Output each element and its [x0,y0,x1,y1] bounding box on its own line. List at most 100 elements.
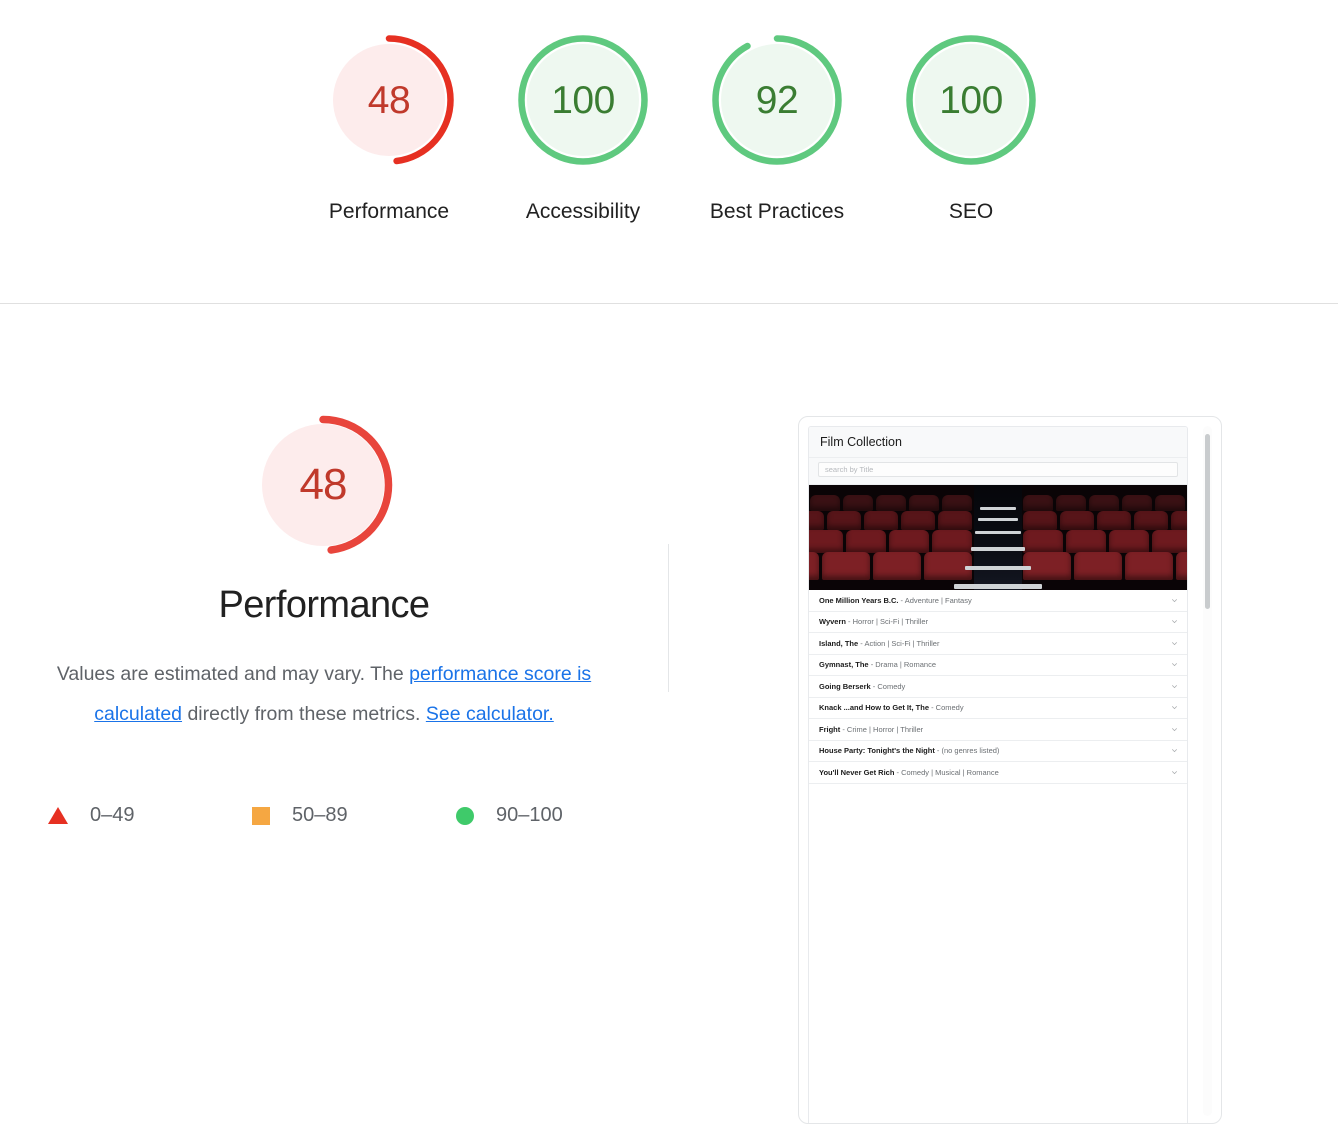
film-list-item-text: Fright - Crime | Horror | Thriller [819,724,924,734]
legend-item: 90–100 [456,804,563,827]
seat [1125,552,1173,580]
seat [876,495,906,511]
seat [873,552,921,580]
gauge-score-value: 48 [367,78,411,122]
score-gauges-strip: 48 Performance 100 Accessibility 92 Best Prac… [0,0,1338,304]
film-app-header: Film Collection [809,427,1187,458]
seat [809,511,824,530]
seat [864,511,898,530]
legend-range-label: 0–49 [90,804,135,826]
gauge-label: SEO [948,200,994,223]
description-middle: directly from these metrics. [182,703,426,725]
seat [809,552,819,580]
seat [843,495,873,511]
square-average-icon [252,806,270,825]
film-list-item[interactable]: One Million Years B.C. - Adventure | Fan… [809,590,1187,612]
film-list-item-text: Island, The - Action | Sci-Fi | Thriller [819,638,940,648]
seat [1152,530,1187,553]
chevron-down-icon[interactable] [1170,703,1179,712]
seat [1097,511,1131,530]
score-gauge-accessibility[interactable]: 100 Accessibility [486,30,680,232]
chevron-down-icon[interactable] [1170,639,1179,648]
film-app-title: Film Collection [820,435,902,449]
score-gauges-row: 48 Performance 100 Accessibility 92 Best Prac… [292,30,1068,232]
film-list-item[interactable]: Fright - Crime | Horror | Thriller [809,719,1187,741]
film-list-item[interactable]: House Party: Tonight's the Night - (no g… [809,741,1187,762]
film-list-item[interactable]: Going Berserk - Comedy [809,676,1187,698]
legend-range-label: 50–89 [292,804,348,826]
performance-description: Values are estimated and may vary. The p… [36,654,612,734]
legend-item: 50–89 [252,804,456,827]
film-list-item[interactable]: Gymnast, The - Drama | Romance [809,655,1187,676]
gauge-ring: 100 [513,30,653,170]
score-gauge-performance[interactable]: 48 Performance [292,30,486,232]
panel-scrollbar-thumb[interactable] [1205,434,1210,609]
seat [1060,511,1094,530]
film-list-item[interactable]: Wyvern - Horror | Sci-Fi | Thriller [809,612,1187,633]
seat [1171,511,1187,530]
seat [1066,530,1106,553]
seat [1109,530,1149,553]
gauge-ring: 92 [707,30,847,170]
aisle [974,485,1022,590]
seat [1122,495,1152,511]
seat [809,530,843,553]
performance-gauge-large[interactable]: 48 [250,412,396,558]
film-search-row: search by Title [809,458,1187,485]
seat [1074,552,1122,580]
film-list-item-text: Gymnast, The - Drama | Romance [819,660,936,670]
circle-pass-icon [456,806,474,825]
performance-title: Performance [218,584,431,626]
chevron-down-icon[interactable] [1170,660,1179,669]
column-divider [668,544,669,692]
gauge-label: Best Practices [709,200,845,223]
cinema-seats-image [809,485,1187,590]
see-calculator-link[interactable]: See calculator. [426,703,554,725]
film-list-item-text: You'll Never Get Rich - Comedy | Musical… [819,767,999,777]
seat [810,495,840,511]
film-list-item-text: House Party: Tonight's the Night - (no g… [819,746,1000,756]
seat [1176,552,1187,580]
film-list-item-text: Wyvern - Horror | Sci-Fi | Thriller [819,617,929,627]
chevron-down-icon[interactable] [1170,768,1179,777]
seat [1089,495,1119,511]
film-list: One Million Years B.C. - Adventure | Fan… [809,590,1187,784]
gauge-label: Accessibility [525,200,641,223]
score-gauge-seo[interactable]: 100 SEO [874,30,1068,232]
performance-detail-section: 48 Performance Values are estimated and … [0,304,1338,1124]
seat [1155,495,1185,511]
film-list-item-text: Knack ...and How to Get It, The - Comedy [819,703,964,713]
triangle-fail-icon [48,807,68,824]
film-list-item-text: Going Berserk - Comedy [819,681,906,691]
legend-range-label: 90–100 [496,804,563,826]
panel-scrollbar[interactable] [1203,426,1212,1116]
score-legend: 0–49 50–89 90–100 [48,804,608,827]
chevron-down-icon[interactable] [1170,746,1179,755]
chevron-down-icon[interactable] [1170,596,1179,605]
film-list-item[interactable]: Island, The - Action | Sci-Fi | Thriller [809,633,1187,655]
seat [932,530,972,553]
legend-item: 0–49 [48,804,252,827]
search-input[interactable]: search by Title [818,462,1178,477]
seat [901,511,935,530]
gauge-score-value: 100 [551,78,615,122]
description-lead: Values are estimated and may vary. The [56,663,410,685]
film-list-item[interactable]: Knack ...and How to Get It, The - Comedy [809,698,1187,719]
score-gauge-best-practices[interactable]: 92 Best Practices [680,30,874,232]
gauge-score-value: 92 [755,78,799,122]
performance-gauge-large-value: 48 [299,460,348,509]
seat [827,511,861,530]
seat [942,495,972,511]
seat [938,511,972,530]
seat [1023,511,1057,530]
seat [909,495,939,511]
film-list-item[interactable]: You'll Never Get Rich - Comedy | Musical… [809,762,1187,784]
final-screenshot-panel: Film Collection search by Title One Mill… [798,416,1222,1124]
chevron-down-icon[interactable] [1170,725,1179,734]
seat [1023,530,1063,553]
chevron-down-icon[interactable] [1170,682,1179,691]
seat [822,552,870,580]
gauge-ring: 48 [319,30,459,170]
chevron-down-icon[interactable] [1170,617,1179,626]
seat [1056,495,1086,511]
